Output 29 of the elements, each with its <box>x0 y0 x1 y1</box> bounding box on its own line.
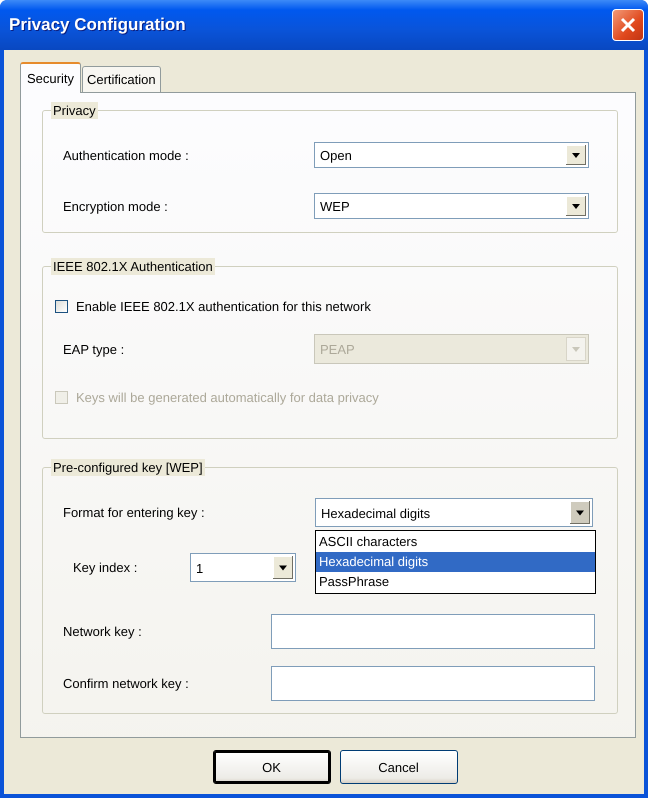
field-label: Key index : <box>73 560 138 575</box>
tab[interactable]: Security <box>20 62 81 93</box>
field-label: Authentication mode : <box>63 148 189 162</box>
checkbox-label: Keys will be generated automatically for data privacy <box>76 390 379 404</box>
dropdown-option[interactable]: Hexadecimal digits <box>316 552 595 572</box>
close-button[interactable] <box>612 9 644 41</box>
dropdown[interactable]: Hexadecimal digits <box>315 498 593 527</box>
checkbox[interactable] <box>55 300 68 312</box>
input-field[interactable] <box>271 614 595 649</box>
dialog-button[interactable]: OK <box>212 750 330 784</box>
dropdown-option[interactable]: ASCII characters <box>316 532 595 552</box>
checkbox-label: Enable IEEE 802.1X authentication for this network <box>76 298 371 314</box>
group-title: Pre-configured key [WEP] <box>51 459 205 476</box>
close-icon <box>620 17 636 33</box>
dropdown-option[interactable]: PassPhrase <box>316 572 595 592</box>
tab[interactable]: Certification <box>82 66 161 92</box>
group-title: IEEE 802.1X Authentication <box>51 258 215 275</box>
dialog-button[interactable]: Cancel <box>340 750 458 784</box>
dropdown[interactable]: Open <box>314 142 589 168</box>
field-label: Network key : <box>63 624 142 639</box>
input-field[interactable] <box>271 666 595 701</box>
group-title: Privacy <box>51 102 98 119</box>
field-label: Format for entering key : <box>63 505 205 520</box>
field-label: EAP type : <box>63 342 124 356</box>
field-label: Encryption mode : <box>63 198 168 214</box>
window-title: Privacy Configuration <box>9 15 186 35</box>
dropdown[interactable]: 1 <box>190 553 296 582</box>
field-label: Confirm network key : <box>63 676 189 691</box>
dropdown[interactable]: WEP <box>314 193 589 219</box>
